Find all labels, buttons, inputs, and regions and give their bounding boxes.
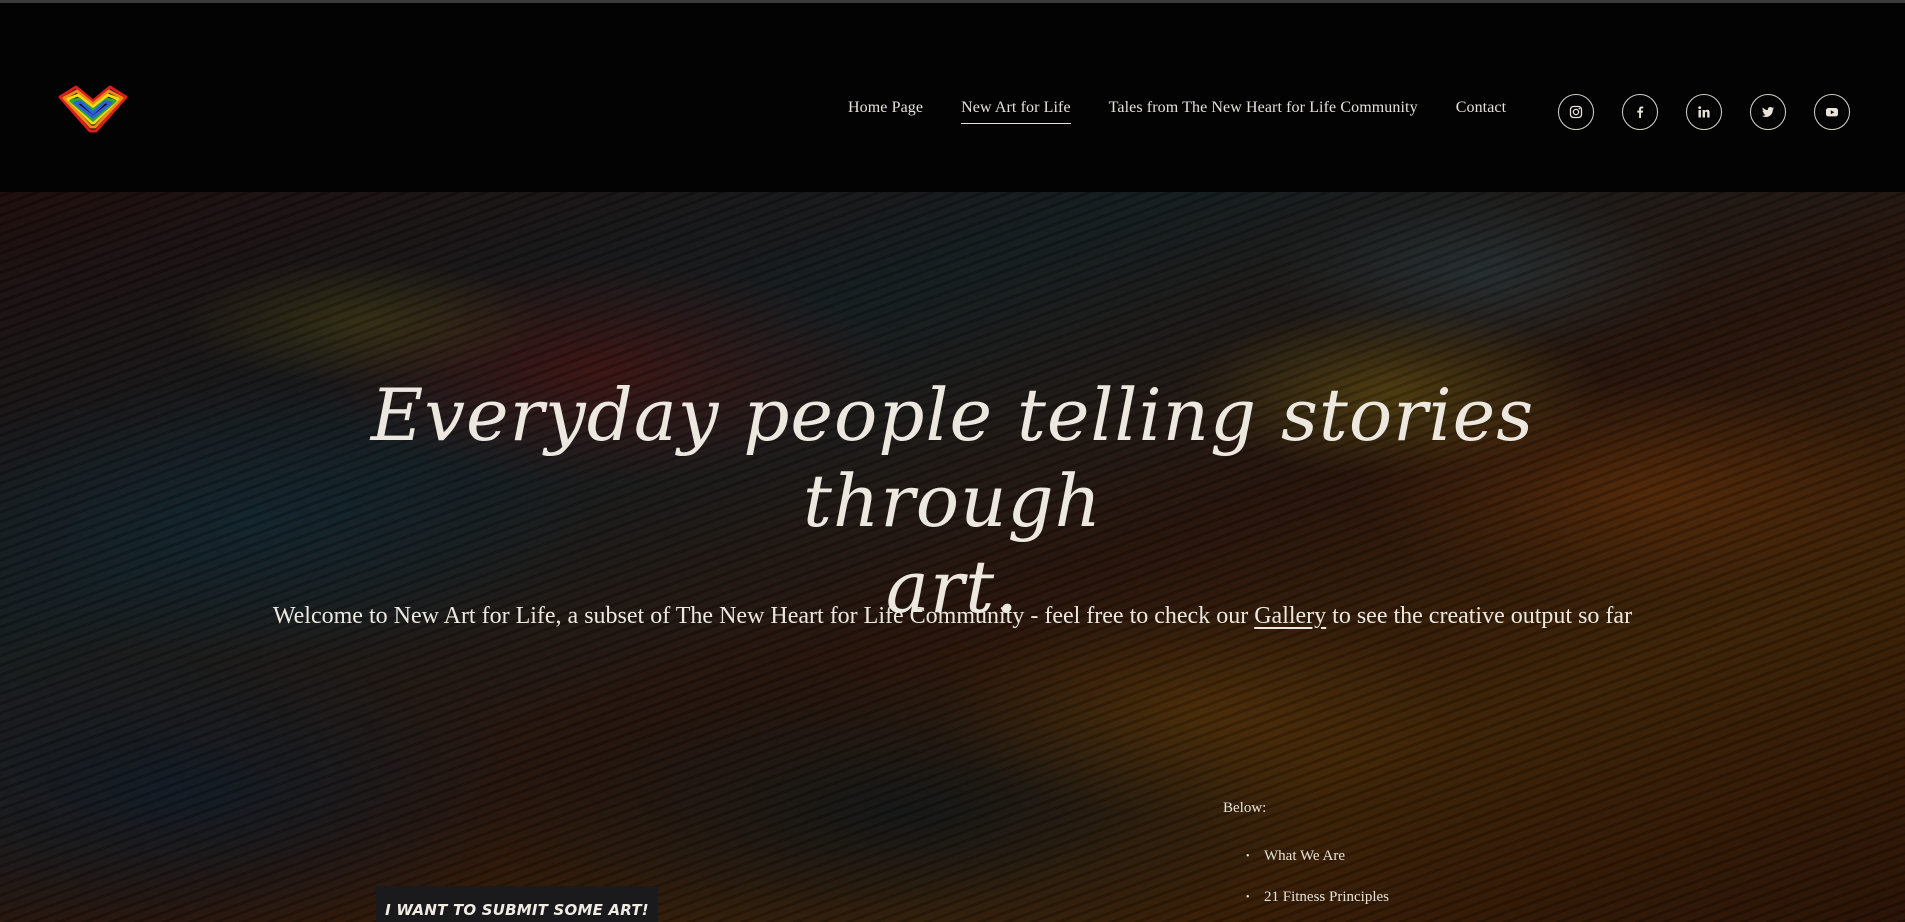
intro-text: Welcome to New Art for Life, a subset of… (270, 592, 1635, 641)
rainbow-heart-logo[interactable] (56, 83, 130, 135)
nav-home-page[interactable]: Home Page (848, 99, 923, 124)
below-list: • What We Are • 21 Fitness Principles (1246, 848, 1389, 922)
linkedin-icon[interactable] (1686, 94, 1722, 130)
headline-line-1: Everyday people telling stories through (370, 373, 1535, 543)
site-header: Home Page New Art for Life Tales from Th… (0, 3, 1905, 192)
list-item-label: What We Are (1264, 848, 1345, 864)
nav-tales[interactable]: Tales from The New Heart for Life Commun… (1109, 99, 1418, 124)
main-nav: Home Page New Art for Life Tales from Th… (848, 99, 1506, 124)
intro-text-after: to see the creative output so far (1326, 603, 1633, 629)
list-item[interactable]: • What We Are (1246, 848, 1389, 889)
facebook-icon[interactable] (1622, 94, 1658, 130)
bullet-icon: • (1246, 851, 1250, 862)
twitter-icon[interactable] (1750, 94, 1786, 130)
list-item[interactable]: • 21 Fitness Principles (1246, 889, 1389, 922)
bullet-icon: • (1246, 892, 1250, 903)
submit-art-button[interactable]: I want to submit some art! (376, 886, 658, 922)
youtube-icon[interactable] (1814, 94, 1850, 130)
list-item-label: 21 Fitness Principles (1264, 889, 1390, 905)
social-links (1558, 94, 1850, 130)
below-label: Below: (1223, 800, 1267, 816)
instagram-icon[interactable] (1558, 94, 1594, 130)
gallery-link[interactable]: Gallery (1254, 603, 1326, 629)
intro-text-before: Welcome to New Art for Life, a subset of… (272, 603, 1255, 629)
nav-new-art-for-life[interactable]: New Art for Life (961, 99, 1071, 124)
nav-contact[interactable]: Contact (1456, 99, 1506, 124)
hero-section: Everyday people telling stories through … (0, 192, 1905, 922)
